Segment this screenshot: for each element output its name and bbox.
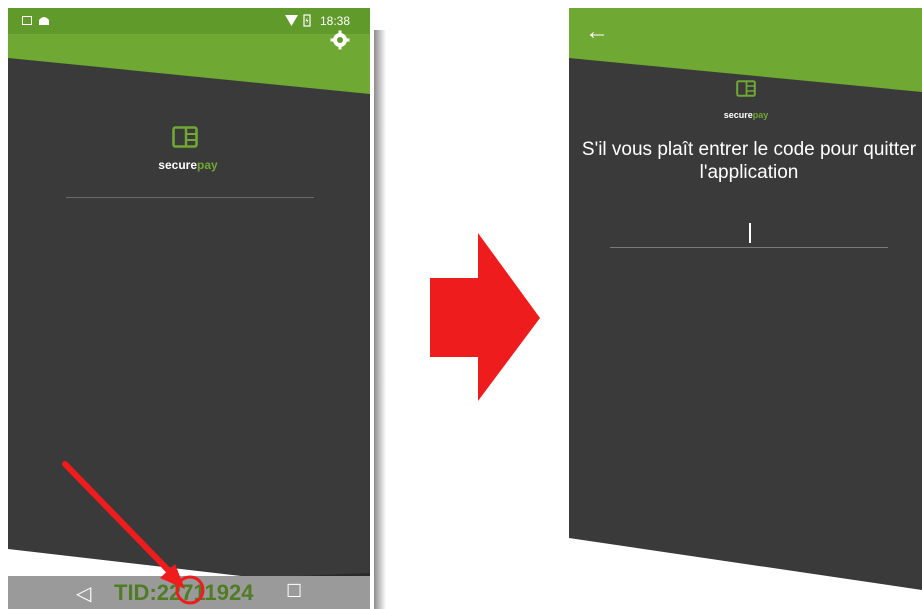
text-cursor [749,223,751,243]
brand-pay: pay [752,110,769,120]
exit-code-prompt: S'il vous plaît entrer le code pour quit… [581,139,917,183]
exit-code-input[interactable] [610,220,892,248]
card-logo-icon [736,80,756,97]
svg-text:7: 7 [183,582,193,602]
right-phone-screen: ← securepay S'il vous plaît entrer le co… [569,8,922,609]
annotation-overlay: 7 [62,461,205,605]
brand-secure: secure [723,110,753,120]
back-arrow-icon[interactable]: ← [585,20,609,44]
footer-band [569,538,922,609]
brand-wordmark: securepay [706,110,786,120]
input-underline [610,247,888,248]
transition-arrow [430,233,540,401]
